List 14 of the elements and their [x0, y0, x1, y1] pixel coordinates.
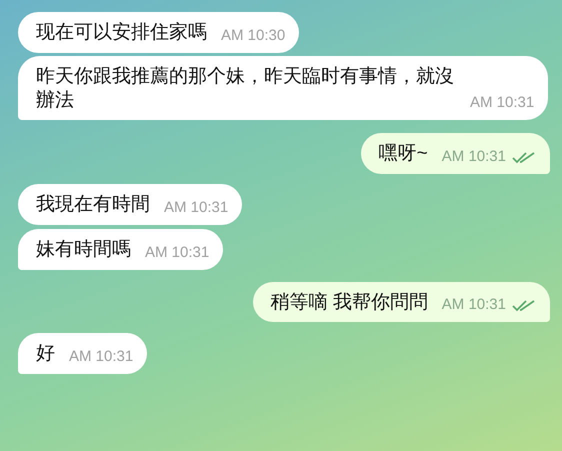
- message-text: 现在可以安排住家嗎: [36, 21, 207, 45]
- message-time: AM 10:31: [69, 349, 134, 366]
- message-text: 嘿呀~: [378, 142, 428, 166]
- message-text: 稍等嘀 我帮你問問: [270, 290, 428, 314]
- message-time: AM 10:31: [470, 95, 534, 112]
- message-time: AM 10:31: [442, 297, 506, 314]
- message-time: AM 10:31: [164, 200, 228, 217]
- message-time: AM 10:30: [221, 28, 286, 45]
- message-time: AM 10:31: [145, 244, 210, 262]
- message-text: 妹有時間嗎: [36, 238, 131, 262]
- message-text: 昨天你跟我推薦的那个妹，昨天臨时有事情，就沒辦法: [36, 64, 455, 112]
- message-time: AM 10:31: [442, 149, 506, 166]
- message-text: 我現在有時間: [36, 193, 150, 217]
- message-text: 好: [36, 342, 55, 366]
